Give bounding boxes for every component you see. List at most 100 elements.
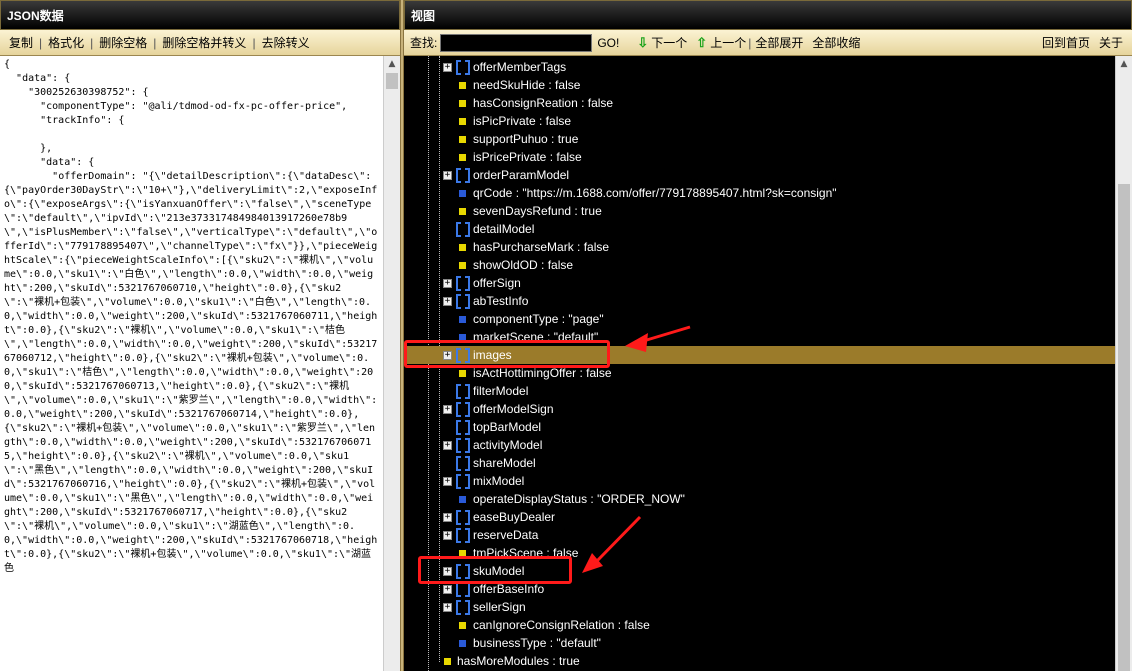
home-button[interactable]: 回到首页	[1042, 34, 1090, 51]
tree-row[interactable]: + mixModel	[404, 472, 1115, 490]
tree-row[interactable]: sevenDaysRefund : true	[404, 202, 1115, 220]
expand-all-button[interactable]: 全部展开	[755, 34, 803, 51]
tree-row[interactable]: + offerMemberTags	[404, 58, 1115, 76]
tree-row[interactable]: + activityModel	[404, 436, 1115, 454]
primitive-value-icon	[459, 154, 466, 161]
tree-row[interactable]: + abTestInfo	[404, 292, 1115, 310]
tree-row[interactable]: + offerModelSign	[404, 400, 1115, 418]
primitive-value-icon	[459, 370, 466, 377]
tree-row-label: images	[473, 348, 512, 362]
object-braces-icon	[456, 222, 470, 237]
object-braces-icon	[456, 60, 470, 75]
object-braces-icon	[456, 474, 470, 489]
tree-row-label: componentType : "page"	[473, 312, 604, 326]
tree-row[interactable]: canIgnoreConsignRelation : false	[404, 616, 1115, 634]
tree-row[interactable]: + skuModel	[404, 562, 1115, 580]
tree-row[interactable]: + images	[404, 346, 1115, 364]
tree-row-label: reserveData	[473, 528, 539, 542]
json-toolbar: 复制 | 格式化 | 删除空格 | 删除空格并转义 | 去除转义	[0, 30, 400, 56]
object-braces-icon	[456, 510, 470, 525]
json-tree-view: + offerMemberTags needSkuHide : false hasCo…	[404, 56, 1115, 671]
arrow-up-icon: ⇧	[696, 34, 708, 50]
json-scrollbar[interactable]: ▲	[383, 56, 400, 671]
tree-row[interactable]: + offerBaseInfo	[404, 580, 1115, 598]
tree-row[interactable]: + sellerSign	[404, 598, 1115, 616]
remove-spaces-escape-button[interactable]: 删除空格并转义	[162, 34, 246, 51]
tree-row-label: businessType : "default"	[473, 636, 601, 650]
copy-button[interactable]: 复制	[9, 34, 33, 51]
tree-row[interactable]: + orderParamModel	[404, 166, 1115, 184]
tree-row[interactable]: operateDisplayStatus : "ORDER_NOW"	[404, 490, 1115, 508]
tree-row[interactable]: shareModel	[404, 454, 1115, 472]
tree-row[interactable]: detailModel	[404, 220, 1115, 238]
about-button[interactable]: 关于	[1099, 34, 1123, 51]
tree-row[interactable]: showOldOD : false	[404, 256, 1115, 274]
scroll-up-icon[interactable]: ▲	[384, 56, 400, 73]
tree-row-label: operateDisplayStatus : "ORDER_NOW"	[473, 492, 685, 506]
tree-row[interactable]: + reserveData	[404, 526, 1115, 544]
next-button[interactable]: 下一个	[651, 34, 687, 51]
object-braces-icon	[456, 384, 470, 399]
tree-row-label: showOldOD : false	[473, 258, 574, 272]
expand-toggle-icon[interactable]: +	[443, 405, 452, 414]
search-input[interactable]	[440, 33, 593, 52]
object-braces-icon	[456, 420, 470, 435]
tree-row[interactable]: componentType : "page"	[404, 310, 1115, 328]
tree-row[interactable]: supportPuhuo : true	[404, 130, 1115, 148]
tree-row-label: sevenDaysRefund : true	[473, 204, 602, 218]
tree-row[interactable]: filterModel	[404, 382, 1115, 400]
object-braces-icon	[456, 168, 470, 183]
expand-toggle-icon[interactable]: +	[443, 585, 452, 594]
expand-toggle-icon[interactable]: +	[443, 603, 452, 612]
object-braces-icon	[456, 294, 470, 309]
prev-button[interactable]: 上一个	[710, 34, 746, 51]
expand-toggle-icon[interactable]: +	[443, 351, 452, 360]
expand-toggle-icon[interactable]: +	[443, 567, 452, 576]
tree-row[interactable]: needSkuHide : false	[404, 76, 1115, 94]
primitive-value-icon	[459, 100, 466, 107]
tree-row[interactable]: isPicPrivate : false	[404, 112, 1115, 130]
expand-toggle-icon[interactable]: +	[443, 297, 452, 306]
expand-toggle-icon[interactable]: +	[443, 441, 452, 450]
tree-row[interactable]: hasConsignReation : false	[404, 94, 1115, 112]
remove-spaces-button[interactable]: 删除空格	[99, 34, 147, 51]
tree-row[interactable]: + offerSign	[404, 274, 1115, 292]
tree-row[interactable]: hasMoreModules : true	[404, 652, 1115, 670]
tree-row[interactable]: marketScene : "default"	[404, 328, 1115, 346]
tree-row-label: offerBaseInfo	[473, 582, 545, 596]
tree-row[interactable]: topBarModel	[404, 418, 1115, 436]
expand-toggle-icon[interactable]: +	[443, 531, 452, 540]
tree-row-label: filterModel	[473, 384, 529, 398]
expand-toggle-icon[interactable]: +	[443, 63, 452, 72]
tree-row[interactable]: qrCode : "https://m.1688.com/offer/77917…	[404, 184, 1115, 202]
json-text-area[interactable]: { "data": { "300252630398752": { "compon…	[0, 56, 383, 671]
tree-row[interactable]: isActHottimingOffer : false	[404, 364, 1115, 382]
tree-scrollbar[interactable]: ▲	[1115, 56, 1132, 671]
tree-row-label: mixModel	[473, 474, 525, 488]
tree-row-label: activityModel	[473, 438, 543, 452]
collapse-all-button[interactable]: 全部收缩	[812, 34, 860, 51]
tree-row[interactable]: + easeBuyDealer	[404, 508, 1115, 526]
expand-toggle-icon[interactable]: +	[443, 477, 452, 486]
tree-row-label: hasConsignReation : false	[473, 96, 614, 110]
object-braces-icon	[456, 600, 470, 615]
scroll-thumb[interactable]	[1118, 184, 1130, 671]
expand-toggle-icon[interactable]: +	[443, 513, 452, 522]
go-button[interactable]: GO!	[597, 36, 619, 50]
tree-row[interactable]: tmPickScene : false	[404, 544, 1115, 562]
tree-row[interactable]: businessType : "default"	[404, 634, 1115, 652]
tree-row-label: isActHottimingOffer : false	[473, 366, 612, 380]
toolbar-separator: |	[153, 35, 157, 50]
tree-row[interactable]: isPricePrivate : false	[404, 148, 1115, 166]
expand-toggle-icon[interactable]: +	[443, 279, 452, 288]
search-label: 查找:	[410, 36, 438, 50]
object-braces-icon	[456, 456, 470, 471]
scroll-thumb[interactable]	[386, 73, 398, 89]
tree-row-label: offerSign	[473, 276, 521, 290]
expand-toggle-icon[interactable]: +	[443, 171, 452, 180]
unescape-button[interactable]: 去除转义	[262, 34, 310, 51]
tree-row[interactable]: hasPurcharseMark : false	[404, 238, 1115, 256]
string-value-icon	[459, 190, 466, 197]
format-button[interactable]: 格式化	[48, 34, 84, 51]
scroll-up-icon[interactable]: ▲	[1116, 56, 1132, 73]
